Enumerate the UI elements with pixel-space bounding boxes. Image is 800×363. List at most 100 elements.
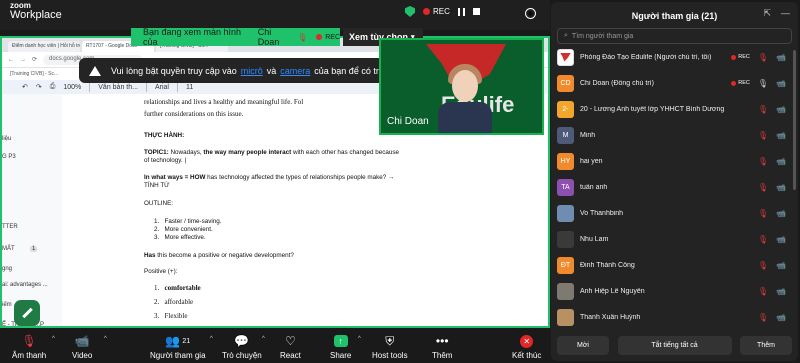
participants-panel: Người tham gia (21) ⇱ — ⌕ Tìm người tham… [551, 2, 798, 361]
forward-icon[interactable]: → [20, 57, 26, 63]
outline-item[interactable]: MẤT [2, 246, 15, 252]
recording-label: REC [738, 54, 750, 60]
camera-off-icon[interactable]: 📹 [776, 131, 786, 140]
audio-button[interactable]: 🎙 Âm thanh [12, 334, 46, 360]
presenter-mic-off-icon: 🎙 [297, 32, 308, 42]
topic-label: TOPIC1: [144, 149, 169, 156]
print-icon[interactable]: ⎙ [50, 83, 56, 91]
back-icon[interactable]: ← [8, 57, 14, 63]
zoom-select[interactable]: 100% [63, 84, 81, 91]
reload-icon[interactable]: ⟳ [32, 56, 37, 63]
share-button[interactable]: ↑ Share [330, 334, 351, 360]
participant-row[interactable]: M Minh 🎙 📹 [557, 124, 792, 146]
outline-item[interactable]: G P3 [2, 154, 16, 160]
participant-row[interactable]: Thanh Xuân Huỳnh 🎙 📹 [557, 306, 792, 328]
panel-header-icons: ⇱ — [763, 8, 790, 19]
chat-options-caret-icon[interactable]: ^ [262, 336, 265, 342]
participant-name: Minh [580, 131, 596, 139]
mic-muted-icon[interactable]: 🎙 [758, 235, 768, 244]
react-button[interactable]: ♡ React [280, 334, 301, 360]
camera-link[interactable]: camera [280, 66, 310, 76]
participant-row[interactable]: 2- 20 - Lương Anh tuyết lớp YHHCT Bình Dư… [557, 98, 792, 120]
invite-button[interactable]: Mời [557, 336, 609, 355]
meeting-toolbar: 🎙 Âm thanh ^ 📹 Video ^ 👥 21 Người tham gi… [0, 328, 550, 363]
avatar: 2- [557, 100, 574, 118]
warning-icon [89, 65, 101, 76]
video-options-caret-icon[interactable]: ^ [104, 336, 107, 342]
camera-off-icon[interactable]: 📹 [776, 79, 786, 88]
chat-button[interactable]: 💬 Trò chuyện [222, 334, 262, 360]
redo-icon[interactable]: ↷ [36, 83, 42, 91]
mic-muted-icon[interactable]: 🎙 [758, 131, 768, 140]
camera-off-icon[interactable]: 📹 [776, 287, 786, 296]
outline-item[interactable]: gng [2, 266, 12, 272]
camera-off-icon[interactable]: 📹 [776, 157, 786, 166]
mic-muted-icon: 🎙 [21, 334, 37, 348]
mic-muted-icon[interactable]: 🎙 [758, 261, 768, 270]
video-button[interactable]: 📹 Video [72, 334, 92, 360]
participant-row[interactable]: Phòng Đào Tạo Edulife (Người chủ trì, tô… [557, 46, 792, 68]
mic-muted-icon[interactable]: 🎙 [758, 313, 768, 322]
font-size-field[interactable]: 11 [186, 84, 193, 91]
participant-row[interactable]: Vo Thanhbinh 🎙 📹 [557, 202, 792, 224]
stop-recording-icon[interactable] [472, 8, 480, 15]
audio-options-caret-icon[interactable]: ^ [52, 336, 55, 342]
mic-muted-icon[interactable]: 🎙 [758, 183, 768, 192]
outline-item[interactable]: TTER [2, 224, 18, 230]
mic-muted-icon[interactable]: 🎙 [758, 157, 768, 166]
camera-off-icon[interactable]: 📹 [776, 53, 786, 62]
panel-more-button[interactable]: Thêm [740, 336, 792, 355]
mic-muted-icon[interactable]: 🎙 [758, 105, 768, 114]
more-button[interactable]: ••• Thêm [432, 334, 452, 360]
camera-off-icon[interactable]: 📹 [776, 209, 786, 218]
outline-item[interactable]: liệu [2, 136, 11, 142]
outline-item[interactable]: iếm [2, 302, 12, 308]
mic-icon[interactable]: 🎙 [758, 79, 768, 88]
pause-recording-icon[interactable] [457, 7, 465, 16]
participant-row[interactable]: ĐT Đinh Thành Công 🎙 📹 [557, 254, 792, 276]
mic-muted-icon[interactable]: 🎙 [758, 53, 768, 62]
browser-tab[interactable]: Điểm danh học viên | Hỏi hỗ trợ [8, 41, 80, 52]
search-input[interactable]: ⌕ Tìm người tham gia [557, 28, 792, 44]
camera-off-icon[interactable]: 📹 [776, 105, 786, 114]
host-tools-button[interactable]: ⛨ Host tools [372, 334, 408, 361]
participant-row[interactable]: TA tuấn anh 🎙 📹 [557, 176, 792, 198]
list-item: 2. affordable [154, 298, 194, 306]
participant-status-icons: 🎙 📹 [758, 261, 786, 270]
mic-muted-icon[interactable]: 🎙 [758, 287, 768, 296]
has-text: this become a positive or negative devel… [155, 252, 294, 259]
participant-row[interactable]: Anh Hiệp Lê Nguyễn 🎙 📹 [557, 280, 792, 302]
edit-pencil-button[interactable] [14, 300, 40, 326]
microphone-link[interactable]: micrô [241, 66, 263, 76]
undo-icon[interactable]: ↶ [22, 83, 28, 91]
recording-label: REC [325, 33, 340, 41]
toolbar-divider [176, 82, 178, 92]
participant-row[interactable]: Nhu Lam 🎙 📹 [557, 228, 792, 250]
view-layout-icon[interactable]: ▦ [525, 8, 536, 19]
end-meeting-button[interactable]: ✕ Kết thúc [512, 334, 541, 360]
camera-off-icon[interactable]: 📹 [776, 261, 786, 270]
minimize-panel-icon[interactable]: — [781, 8, 790, 19]
font-select[interactable]: Arial [155, 84, 169, 91]
share-options-caret-icon[interactable]: ^ [358, 336, 361, 342]
topic-text: Nowadays, [168, 149, 204, 156]
outline-item[interactable]: ai: advantages ... [2, 282, 48, 288]
participant-status-icons: REC 🎙 📹 [731, 53, 786, 62]
mute-all-button[interactable]: Tắt tiếng tất cả [617, 336, 732, 355]
participant-row[interactable]: CD Chi Doan (Đồng chủ trì) REC 🎙 📹 [557, 72, 792, 94]
pop-out-icon[interactable]: ⇱ [763, 8, 771, 19]
participants-button[interactable]: 👥 21 Người tham gia [150, 334, 206, 360]
mic-muted-icon[interactable]: 🎙 [758, 209, 768, 218]
scrollbar[interactable] [793, 50, 796, 190]
paragraph-style-select[interactable]: Văn bản th... [98, 84, 138, 91]
camera-off-icon[interactable]: 📹 [776, 235, 786, 244]
participants-options-caret-icon[interactable]: ^ [210, 336, 213, 342]
recording-indicator[interactable]: REC [423, 7, 450, 16]
camera-off-icon[interactable]: 📹 [776, 183, 786, 192]
question-text: has technology affected the types of rel… [205, 174, 395, 181]
encryption-shield-icon[interactable] [405, 6, 415, 17]
camera-off-icon[interactable]: 📹 [776, 313, 786, 322]
toolbar-divider [145, 82, 147, 92]
participant-row[interactable]: HY hai yen 🎙 📹 [557, 150, 792, 172]
video-tile[interactable]: Edulife Chi Doan [379, 38, 544, 135]
